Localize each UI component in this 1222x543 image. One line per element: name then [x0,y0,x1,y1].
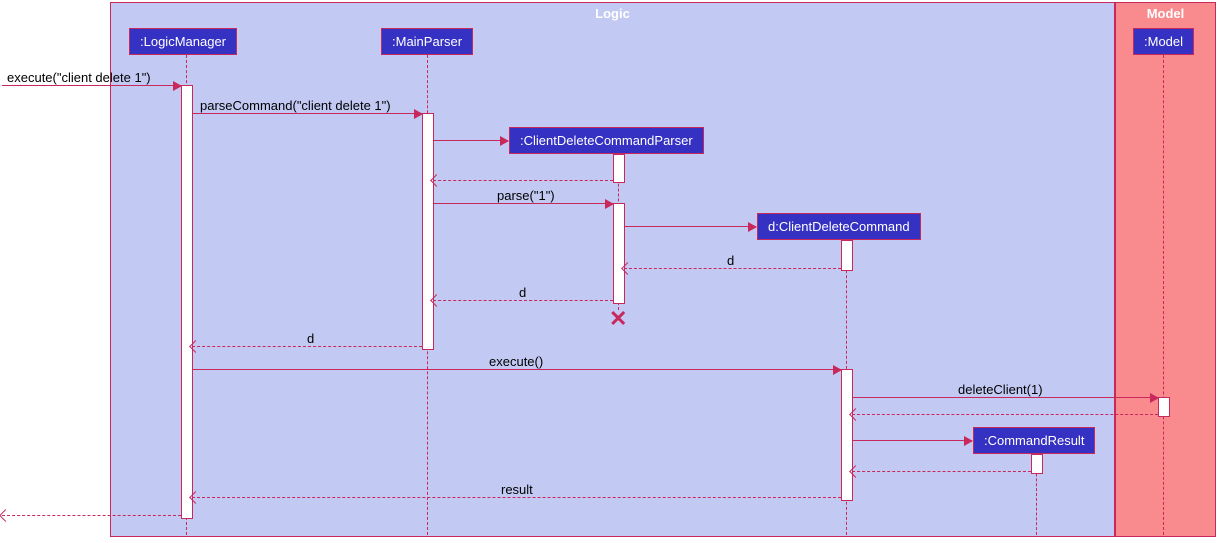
participant-client-delete-command: d:ClientDeleteCommand [757,213,921,240]
arrow-execute [192,369,841,370]
participant-model: :Model [1133,28,1194,55]
participant-logic-manager: :LogicManager [129,28,237,55]
activation-client-delete-parser-1 [613,154,625,183]
arrow-return-commandresult [852,471,1031,472]
arrow-parse-command [192,113,422,114]
msg-parse-command: parseCommand("client delete 1") [200,98,391,113]
destroy-icon: ✕ [609,306,627,332]
arrow-execute-cmd [2,85,181,86]
arrow-return-parser-create [433,180,613,181]
arrow-return-result [192,497,841,498]
arrow-return-model [852,414,1158,415]
activation-client-delete-command-2 [841,369,853,501]
participant-client-delete-parser: :ClientDeleteCommandParser [509,127,704,154]
msg-delete-client: deleteClient(1) [958,382,1043,397]
arrow-return-d2 [433,300,613,301]
arrow-return-d1 [624,268,841,269]
arrow-return-d3 [192,346,422,347]
arrow-create-command [624,226,756,227]
arrow-create-result [852,440,972,441]
model-box-title: Model [1116,6,1215,21]
msg-execute-cmd: execute("client delete 1") [7,70,151,85]
activation-client-delete-parser-2 [613,203,625,304]
activation-logic-manager [181,85,193,519]
participant-command-result: :CommandResult [973,427,1095,454]
activation-command-result [1031,454,1043,474]
arrow-create-parser [433,140,508,141]
model-box: Model [1115,2,1216,537]
activation-client-delete-command-1 [841,240,853,271]
activation-main-parser [422,113,434,350]
msg-d3: d [307,331,314,346]
arrow-parse [433,203,613,204]
logic-box-title: Logic [111,6,1114,21]
msg-d2: d [519,285,526,300]
msg-execute: execute() [489,354,543,369]
arrow-delete-client [852,397,1158,398]
activation-model [1158,397,1170,417]
msg-d1: d [727,253,734,268]
msg-result: result [501,482,533,497]
lifeline-model [1163,55,1164,535]
participant-main-parser: :MainParser [381,28,473,55]
msg-parse: parse("1") [497,188,555,203]
arrow-return-external [2,515,181,516]
